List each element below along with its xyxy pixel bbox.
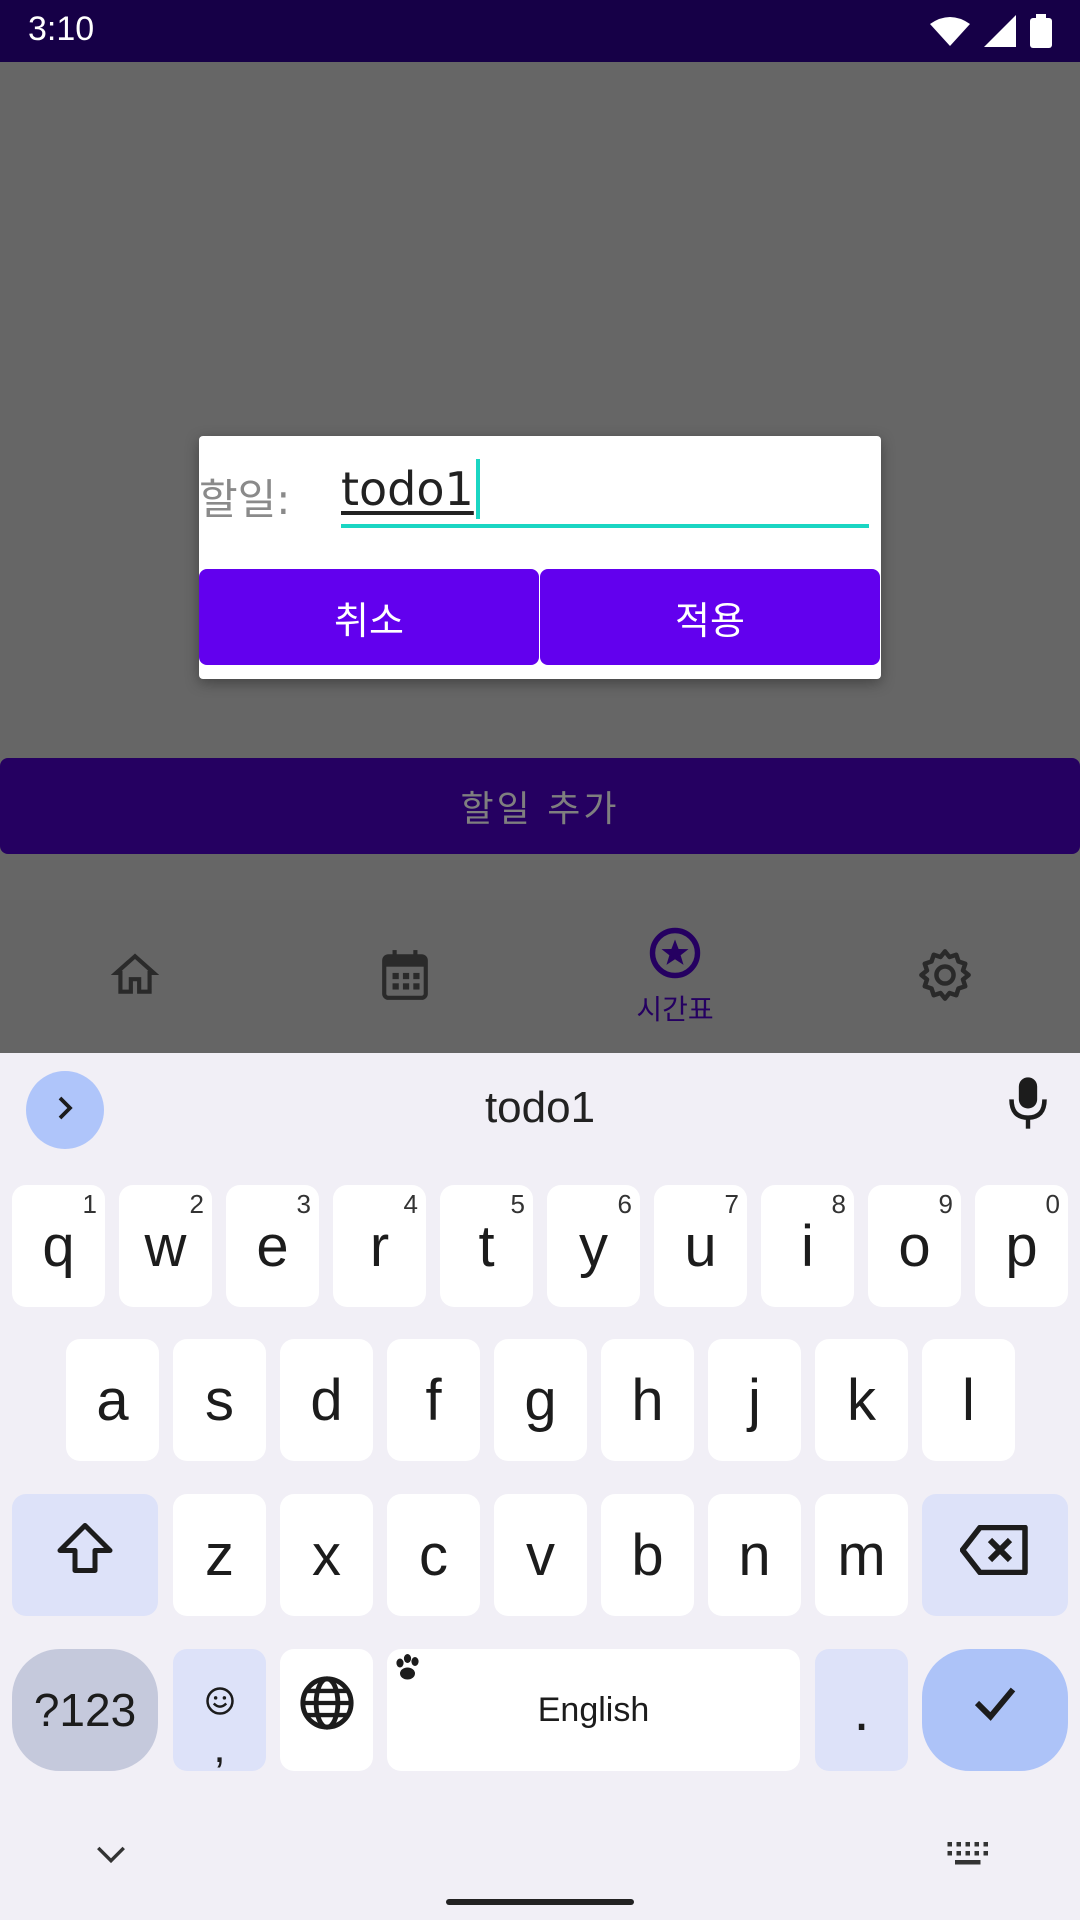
key-hint: 5	[510, 1189, 525, 1219]
status-bar: 3:10	[0, 0, 1080, 62]
keyboard-icon	[944, 1842, 990, 1873]
key-label: r	[369, 1213, 390, 1279]
key-hint: 8	[831, 1189, 846, 1219]
nav-label-timetable: 시간표	[636, 992, 714, 1026]
paw-icon	[391, 1651, 427, 1696]
keyboard-switch-button[interactable]	[944, 1839, 990, 1873]
microphone-button[interactable]	[1006, 1075, 1050, 1135]
key-hint: 6	[617, 1189, 632, 1219]
text-caret	[475, 459, 480, 519]
status-icons	[930, 12, 1052, 50]
chevron-down-icon	[94, 1846, 128, 1871]
space-key[interactable]: English	[387, 1649, 800, 1771]
backspace-key[interactable]	[922, 1494, 1068, 1616]
star-circle-icon	[648, 926, 702, 984]
battery-icon	[1030, 14, 1052, 48]
nav-item-calendar[interactable]	[270, 900, 540, 1053]
key-l[interactable]: l	[922, 1339, 1015, 1461]
home-icon	[110, 950, 160, 1004]
key-hint: 0	[1045, 1189, 1060, 1219]
key-label: w	[144, 1213, 187, 1279]
suggestion-text[interactable]: todo1	[0, 1083, 1080, 1133]
backspace-icon	[959, 1522, 1030, 1589]
calendar-icon	[380, 948, 430, 1006]
bottom-navigation: 시간표	[0, 900, 1080, 1053]
wifi-icon	[930, 16, 970, 46]
key-u[interactable]: u7	[654, 1185, 747, 1307]
key-z[interactable]: z	[173, 1494, 266, 1616]
add-todo-button[interactable]: 할일 추가	[0, 758, 1080, 854]
key-k[interactable]: k	[815, 1339, 908, 1461]
key-x[interactable]: x	[280, 1494, 373, 1616]
period-key[interactable]: .	[815, 1649, 908, 1771]
done-key[interactable]	[922, 1649, 1068, 1771]
key-label: u	[684, 1213, 717, 1279]
todo-input-value: todo1	[341, 462, 474, 516]
key-h[interactable]: h	[601, 1339, 694, 1461]
todo-label: 할일:	[199, 475, 291, 524]
emoji-comma-key[interactable]: ,	[173, 1649, 266, 1771]
comma-label: ,	[213, 1722, 226, 1772]
key-o[interactable]: o9	[868, 1185, 961, 1307]
key-d[interactable]: d	[280, 1339, 373, 1461]
soft-keyboard: todo1 q1 w2 e3 r4 t5 y6 u7 i8 o9 p0 a s …	[0, 1053, 1080, 1920]
key-hint: 2	[189, 1189, 204, 1219]
space-label: English	[537, 1690, 650, 1729]
key-p[interactable]: p0	[975, 1185, 1068, 1307]
key-label: o	[898, 1213, 931, 1279]
cancel-button[interactable]: 취소	[199, 569, 539, 665]
key-label: y	[579, 1213, 608, 1279]
todo-dialog: 할일: todo1 취소 적용	[199, 436, 881, 679]
smiley-icon	[205, 1663, 235, 1730]
nav-item-settings[interactable]	[810, 900, 1080, 1053]
key-y[interactable]: y6	[547, 1185, 640, 1307]
key-t[interactable]: t5	[440, 1185, 533, 1307]
key-r[interactable]: r4	[333, 1185, 426, 1307]
gear-icon	[918, 948, 972, 1006]
key-label: q	[42, 1213, 75, 1279]
status-time: 3:10	[28, 10, 95, 48]
key-label: e	[256, 1213, 289, 1279]
key-e[interactable]: e3	[226, 1185, 319, 1307]
key-s[interactable]: s	[173, 1339, 266, 1461]
key-m[interactable]: m	[815, 1494, 908, 1616]
key-f[interactable]: f	[387, 1339, 480, 1461]
shift-key[interactable]	[12, 1494, 158, 1616]
key-c[interactable]: c	[387, 1494, 480, 1616]
key-hint: 3	[296, 1189, 311, 1219]
key-w[interactable]: w2	[119, 1185, 212, 1307]
todo-input[interactable]: todo1	[341, 454, 869, 528]
signal-icon	[984, 15, 1016, 47]
checkmark-icon	[968, 1676, 1022, 1744]
key-j[interactable]: j	[708, 1339, 801, 1461]
key-a[interactable]: a	[66, 1339, 159, 1461]
key-v[interactable]: v	[494, 1494, 587, 1616]
language-key[interactable]	[280, 1649, 373, 1771]
key-label: t	[478, 1213, 495, 1279]
key-label: p	[1005, 1213, 1038, 1279]
key-hint: 1	[82, 1189, 97, 1219]
nav-item-home[interactable]	[0, 900, 270, 1053]
microphone-icon	[1006, 1077, 1050, 1135]
apply-button[interactable]: 적용	[540, 569, 880, 665]
key-n[interactable]: n	[708, 1494, 801, 1616]
key-hint: 9	[938, 1189, 953, 1219]
key-g[interactable]: g	[494, 1339, 587, 1461]
key-label: i	[801, 1213, 814, 1279]
key-b[interactable]: b	[601, 1494, 694, 1616]
key-hint: 4	[403, 1189, 418, 1219]
home-indicator[interactable]	[446, 1899, 634, 1905]
key-i[interactable]: i8	[761, 1185, 854, 1307]
nav-item-timetable[interactable]: 시간표	[540, 900, 810, 1053]
key-q[interactable]: q1	[12, 1185, 105, 1307]
shift-icon	[55, 1520, 115, 1590]
key-hint: 7	[724, 1189, 739, 1219]
globe-icon	[298, 1674, 356, 1746]
symbols-key[interactable]: ?123	[12, 1649, 158, 1771]
hide-keyboard-button[interactable]	[94, 1843, 128, 1871]
